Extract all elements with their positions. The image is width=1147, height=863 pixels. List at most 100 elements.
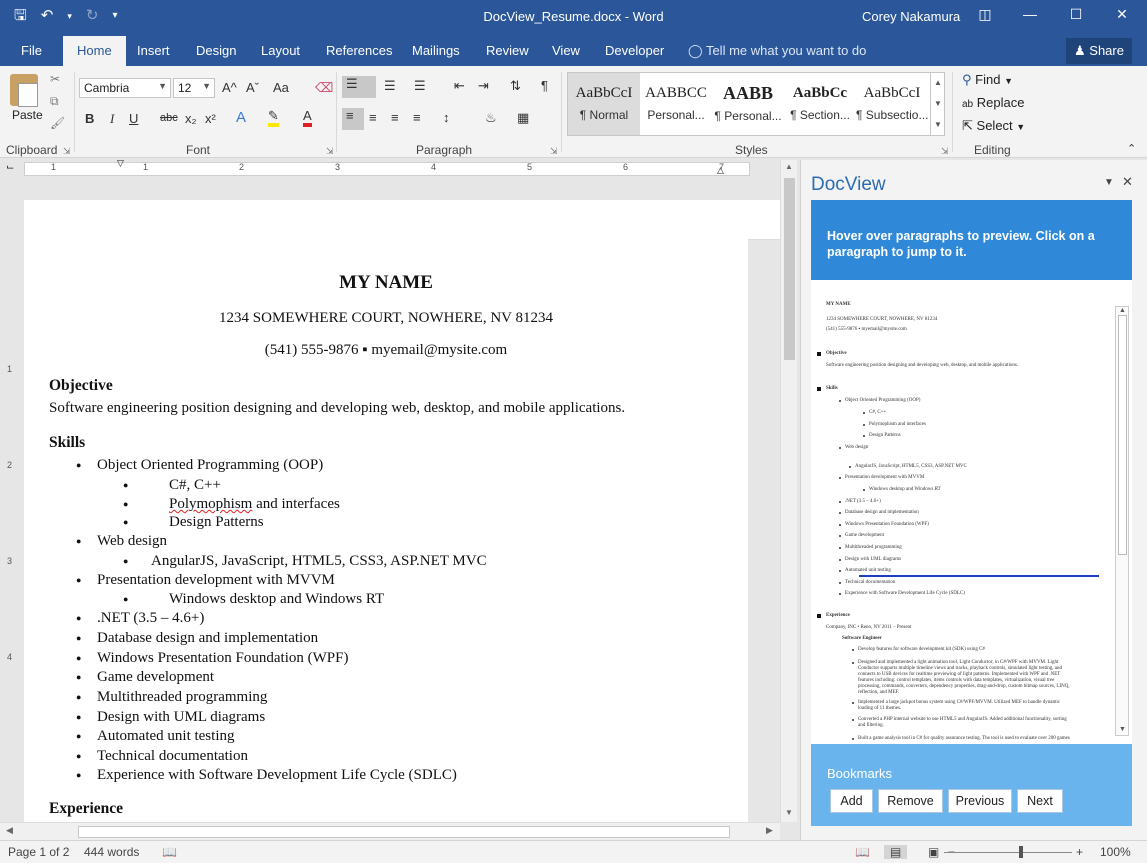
chevron-up-icon[interactable]: ▲ [931, 72, 945, 93]
preview-contact[interactable]: (541) 555-9876 ▪ myemail@mysite.com [826, 327, 907, 332]
chevron-down-icon[interactable]: ▼ [931, 93, 945, 114]
zoom-in-icon[interactable]: + [1076, 845, 1083, 859]
right-indent-marker-icon[interactable]: △ [717, 165, 724, 176]
paragraph-launcher-icon[interactable]: ⇲ [550, 146, 558, 157]
font-name-combo[interactable]: Cambria ▼ [79, 78, 171, 98]
clear-formatting-icon[interactable]: ⌫ [315, 80, 333, 96]
preview-experience-line[interactable]: Designed and implemented a light animati… [858, 660, 1058, 665]
style-personal-heading[interactable]: AABB ¶ Personal... [712, 73, 784, 135]
word-count[interactable]: 444 words [84, 845, 139, 859]
list-item[interactable]: Technical documentation [76, 748, 248, 765]
preview-experience-line[interactable]: and filtering. [858, 723, 884, 728]
styles-scroll[interactable]: ▲ ▼ ▼ [930, 72, 945, 136]
list-item[interactable]: Experience with Software Development Lif… [76, 767, 457, 784]
ruler-bar[interactable]: 1 1 2 3 4 5 6 7 ▽ △ [24, 158, 750, 176]
add-bookmark-button[interactable]: Add [830, 789, 873, 813]
borders-icon[interactable]: ▦ [517, 110, 529, 126]
resume-contact[interactable]: (541) 555-9876 ▪ myemail@mysite.com [24, 342, 748, 359]
tab-layout[interactable]: Layout [261, 43, 300, 58]
align-right-icon[interactable]: ≡ [391, 110, 399, 125]
objective-heading[interactable]: Objective [49, 377, 113, 395]
preview-company[interactable]: Company, INC • Reno, NV 2011 – Present [826, 625, 911, 630]
preview-experience-line[interactable]: Converted a PHP internal website to use … [858, 717, 1067, 722]
preview-skill-line[interactable]: Presentation development with MVVM [845, 475, 924, 480]
collapse-ribbon-icon[interactable]: ⌃ [1127, 142, 1136, 155]
list-item[interactable]: Web design [76, 533, 167, 550]
preview-skill-line[interactable]: Multithreaded programming [845, 545, 902, 550]
shrink-font-button[interactable]: Aˇ [246, 80, 259, 95]
underline-button[interactable]: U [129, 111, 138, 126]
preview-skill-line[interactable]: Web design [845, 445, 868, 450]
indent-marker-icon[interactable]: ▽ [117, 158, 124, 169]
find-button[interactable]: ⚲ Find ▼ [962, 72, 1013, 88]
document-page[interactable]: MY NAME 1234 SOMEWHERE COURT, NOWHERE, N… [24, 220, 748, 822]
preview-experience-line[interactable]: connects to USB devices for realtime pre… [858, 672, 1060, 677]
preview-skill-line[interactable]: Windows Presentation Foundation (WPF) [845, 522, 929, 527]
preview-skill-line[interactable]: Polymophism and interfaces [869, 422, 926, 427]
preview-skill-line[interactable]: Automated unit testing [845, 568, 891, 573]
document-horizontal-scrollbar[interactable]: ◀ ▶ [0, 822, 780, 840]
pane-options-icon[interactable]: ▼ [1104, 177, 1114, 188]
share-button[interactable]: ♟ Share [1066, 38, 1132, 64]
bold-button[interactable]: B [85, 111, 94, 126]
scrollbar-thumb[interactable] [78, 826, 730, 838]
cut-icon[interactable]: ✂ [50, 72, 60, 86]
font-color-icon[interactable]: A [303, 109, 312, 127]
preview-skill-line[interactable]: Database design and implementation [845, 510, 919, 515]
maximize-icon[interactable]: ☐ [1066, 6, 1086, 23]
document-canvas[interactable]: MY NAME 1234 SOMEWHERE COURT, NOWHERE, N… [18, 180, 780, 822]
objective-text[interactable]: Software engineering position designing … [49, 400, 625, 417]
justify-icon[interactable]: ≡ [413, 110, 421, 125]
style-personal-name[interactable]: AABBCC Personal... [640, 73, 712, 135]
decrease-indent-icon[interactable]: ⇤ [454, 78, 465, 94]
scroll-up-icon[interactable]: ▲ [785, 162, 793, 171]
tab-developer[interactable]: Developer [605, 43, 664, 58]
text-effects-icon[interactable]: A [236, 109, 246, 126]
style-normal[interactable]: AaBbCcI ¶ Normal [568, 73, 640, 135]
tab-design[interactable]: Design [196, 43, 236, 58]
skills-heading[interactable]: Skills [49, 434, 85, 452]
preview-experience-line[interactable]: reflection, and MEF. [858, 690, 899, 695]
clipboard-launcher-icon[interactable]: ⇲ [63, 146, 71, 157]
zoom-level[interactable]: 100% [1100, 845, 1131, 859]
style-subsection[interactable]: AaBbCcI ¶ Subsectio... [856, 73, 928, 135]
page-count[interactable]: Page 1 of 2 [8, 845, 69, 859]
preview-skill-line[interactable]: Experience with Software Development Lif… [845, 591, 965, 596]
bullets-button[interactable]: ☰ [342, 76, 376, 98]
list-item[interactable]: Database design and implementation [76, 630, 318, 647]
tell-me-box[interactable]: ◯ Tell me what you want to do [688, 43, 866, 59]
tab-mailings[interactable]: Mailings [412, 43, 460, 58]
preview-skill-line[interactable]: .NET (3.5 – 4.6+) [845, 499, 881, 504]
sort-icon[interactable]: ⇅ [510, 78, 521, 94]
preview-name[interactable]: MY NAME [826, 302, 851, 307]
select-button[interactable]: ⇱ Select ▼ [962, 118, 1025, 134]
more-styles-icon[interactable]: ▼ [931, 114, 945, 135]
list-item[interactable]: Design with UML diagrams [76, 709, 265, 726]
increase-indent-icon[interactable]: ⇥ [478, 78, 489, 94]
proofing-icon[interactable]: 📖 [162, 845, 177, 859]
paste-icon[interactable] [10, 74, 38, 107]
experience-heading[interactable]: Experience [49, 800, 123, 818]
highlight-icon[interactable]: ✎ [268, 109, 279, 127]
italic-button[interactable]: I [110, 111, 114, 127]
scroll-down-icon[interactable]: ▼ [1119, 725, 1126, 733]
pane-close-icon[interactable]: ✕ [1122, 174, 1133, 190]
preview-experience-line[interactable]: Implemented a large jackpot bonus system… [858, 700, 1060, 705]
superscript-button[interactable]: x² [205, 111, 216, 126]
close-icon[interactable]: ✕ [1112, 6, 1132, 23]
list-item[interactable]: Object Oriented Programming (OOP) [76, 457, 323, 474]
list-item[interactable]: Automated unit testing [76, 728, 235, 745]
previous-bookmark-button[interactable]: Previous [948, 789, 1012, 813]
minimize-icon[interactable]: — [1020, 6, 1040, 22]
preview-experience-line[interactable]: processing, commands, converters, depend… [858, 684, 1070, 689]
subscript-button[interactable]: x₂ [185, 111, 197, 126]
ribbon-display-options-icon[interactable]: ◫ [975, 6, 995, 23]
preview-experience-line[interactable]: Conductor supports multiple timeline vie… [858, 666, 1062, 671]
list-item[interactable]: Windows Presentation Foundation (WPF) [76, 650, 349, 667]
next-bookmark-button[interactable]: Next [1017, 789, 1063, 813]
read-mode-icon[interactable]: 📖 [855, 845, 870, 859]
zoom-slider-thumb[interactable] [1019, 846, 1023, 858]
list-item[interactable]: .NET (3.5 – 4.6+) [76, 610, 204, 627]
preview-experience-line[interactable]: features including: control templates, i… [858, 678, 1054, 683]
shading-icon[interactable]: ♨ [485, 110, 497, 126]
